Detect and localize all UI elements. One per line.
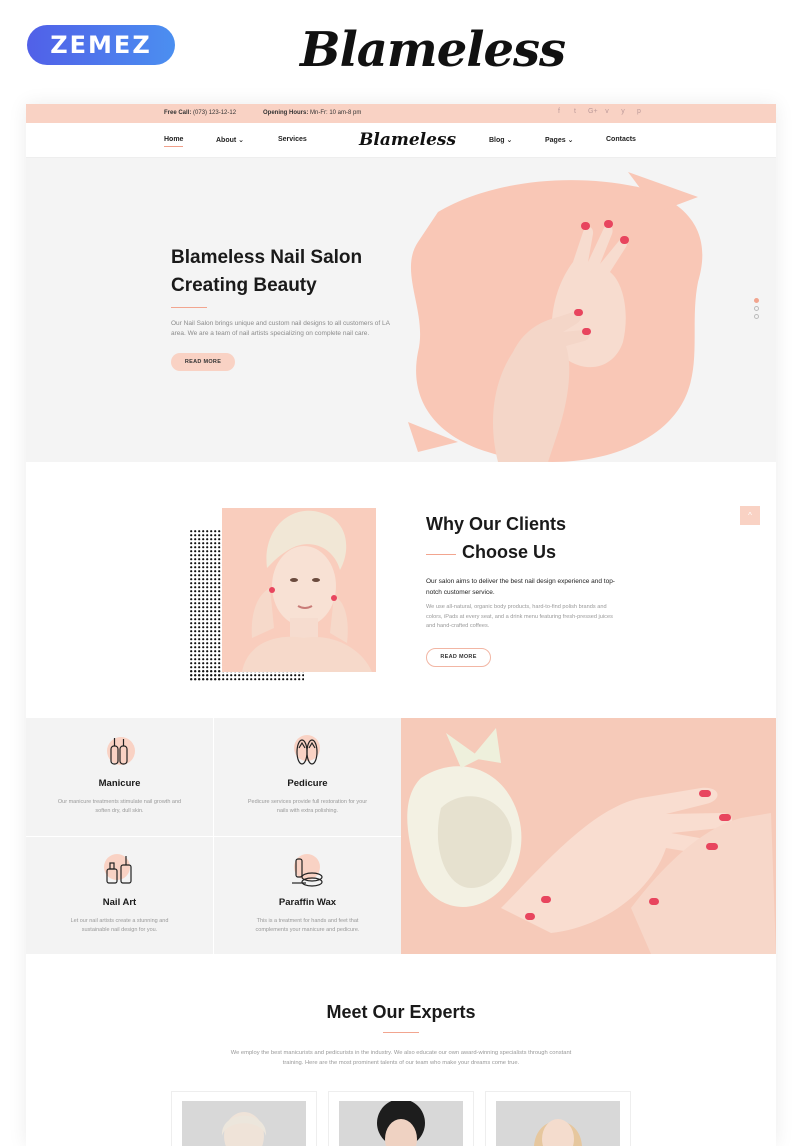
hero-slider-dots (754, 298, 759, 322)
expert-photo (339, 1101, 463, 1146)
polish-bottle-icon (104, 854, 132, 884)
expert-photo (182, 1101, 306, 1146)
experts-title: Meet Our Experts (326, 1002, 476, 1022)
service-title: Pedicure (287, 778, 328, 789)
pinterest-icon[interactable]: p (636, 108, 642, 115)
why-title-line1: Why Our Clients (426, 514, 567, 534)
scroll-to-top-button[interactable]: ^ (740, 506, 760, 525)
why-read-more-button[interactable]: READ MORE (426, 648, 491, 667)
nav-about[interactable]: About ⌄ (216, 136, 244, 144)
service-desc: Our manicure treatments stimulate nail g… (57, 799, 182, 814)
service-title: Nail Art (102, 897, 137, 908)
nail-polish-icon (107, 737, 135, 765)
expert-card[interactable] (328, 1091, 474, 1146)
experts-divider (383, 1032, 419, 1033)
hero-divider (171, 307, 207, 308)
youtube-icon[interactable]: y (620, 108, 626, 115)
site-logo[interactable]: Blameless (359, 130, 456, 150)
google-plus-icon[interactable]: G+ (588, 108, 598, 115)
service-card-pedicure[interactable]: Pedicure Pedicure services provide full … (214, 718, 401, 836)
woman-portrait-image (222, 508, 376, 672)
facebook-icon[interactable]: f (556, 108, 562, 115)
why-lead-text: Our salon aims to deliver the best nail … (426, 578, 615, 596)
service-card-manicure[interactable]: Manicure Our manicure treatments stimula… (26, 718, 213, 836)
why-choose-section: Why Our Clients Choose Us Our salon aims… (26, 462, 776, 718)
flip-flops-icon (294, 735, 320, 765)
hero-title-line2: Creating Beauty (171, 275, 317, 296)
promo-title: Blameless (300, 22, 566, 78)
chevron-up-icon: ^ (748, 511, 752, 520)
social-links: f t G+ v y p (556, 108, 642, 115)
services-section: Manicure Our manicure treatments stimula… (26, 718, 776, 955)
promo-header: ZEMEZ Blameless (0, 0, 800, 104)
service-card-paraffin-wax[interactable]: Paraffin Wax This is a treatment for han… (214, 837, 401, 955)
expert-card[interactable] (485, 1091, 631, 1146)
free-call: Free Call: (073) 123-12-12 (164, 110, 236, 116)
slider-dot-3[interactable] (754, 314, 759, 319)
nav-contacts[interactable]: Contacts (606, 136, 636, 143)
hero-hands-image (408, 172, 703, 462)
service-desc: Pedicure services provide full restorati… (247, 799, 368, 814)
site-preview: Free Call: (073) 123-12-12 Opening Hours… (26, 104, 776, 1146)
nav-blog[interactable]: Blog ⌄ (489, 136, 512, 144)
cream-jar-icon (292, 854, 323, 887)
hands-with-flower-image (401, 718, 776, 954)
why-body-text: We use all-natural, organic body product… (426, 604, 613, 629)
expert-photo (496, 1101, 620, 1146)
nav-services[interactable]: Services (278, 136, 307, 143)
opening-hours-label: Opening Hours: (263, 110, 309, 116)
free-call-label: Free Call: (164, 110, 192, 116)
hero-read-more-button[interactable]: READ MORE (171, 353, 235, 371)
experts-text: We employ the best manicurists and pedic… (230, 1050, 572, 1066)
service-desc: This is a treatment for hands and feet t… (255, 918, 360, 933)
opening-hours: Opening Hours: Mn-Fr: 10 am-8 pm (263, 110, 361, 116)
service-title: Paraffin Wax (278, 897, 337, 908)
hero-text: Our Nail Salon brings unique and custom … (171, 320, 390, 337)
opening-hours-value: Mn-Fr: 10 am-8 pm (310, 110, 362, 116)
nav-pages[interactable]: Pages ⌄ (545, 136, 573, 144)
hero-section: Blameless Nail Salon Creating Beauty Our… (26, 158, 776, 462)
nav-home[interactable]: Home (164, 136, 184, 147)
main-nav: Home About ⌄ Services Blameless Blog ⌄ P… (26, 123, 776, 158)
service-title: Manicure (98, 778, 141, 789)
vimeo-icon[interactable]: v (604, 108, 610, 115)
top-bar: Free Call: (073) 123-12-12 Opening Hours… (26, 104, 776, 123)
expert-card[interactable] (171, 1091, 317, 1146)
hero-title: Blameless Nail Salon Creating Beauty (171, 244, 411, 300)
service-desc: Let our nail artists create a stunning a… (70, 918, 169, 933)
twitter-icon[interactable]: t (572, 108, 578, 115)
why-title-line2: Choose Us (462, 542, 557, 562)
slider-dot-2[interactable] (754, 306, 759, 311)
experts-section: Meet Our Experts We employ the best mani… (26, 954, 776, 1146)
why-divider (426, 554, 456, 555)
free-call-value[interactable]: (073) 123-12-12 (193, 110, 236, 116)
service-card-nail-art[interactable]: Nail Art Let our nail artists create a s… (26, 837, 213, 955)
slider-dot-1[interactable] (754, 298, 759, 303)
hero-title-line1: Blameless Nail Salon (171, 247, 363, 268)
zemez-logo[interactable]: ZEMEZ (27, 25, 175, 65)
